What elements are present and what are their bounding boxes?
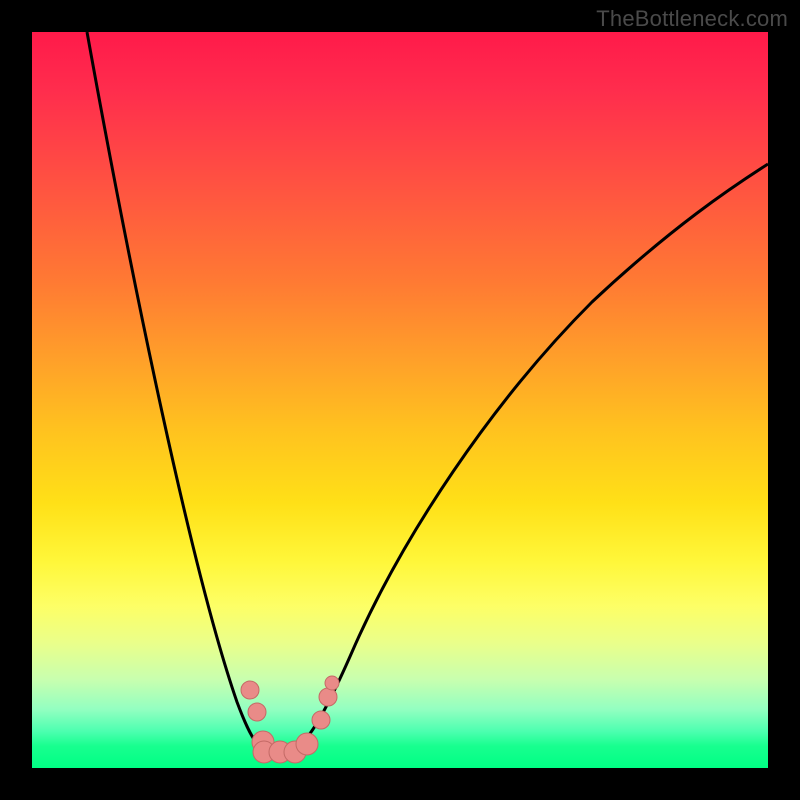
bottleneck-chart: [32, 32, 768, 768]
watermark-text: TheBottleneck.com: [596, 6, 788, 32]
data-marker: [319, 688, 337, 706]
data-marker: [296, 733, 318, 755]
data-marker: [248, 703, 266, 721]
bottleneck-curve: [87, 32, 768, 754]
data-marker: [325, 676, 339, 690]
marker-group: [241, 676, 339, 763]
plot-area: [32, 32, 768, 768]
data-marker: [312, 711, 330, 729]
chart-frame: TheBottleneck.com: [0, 0, 800, 800]
data-marker: [241, 681, 259, 699]
